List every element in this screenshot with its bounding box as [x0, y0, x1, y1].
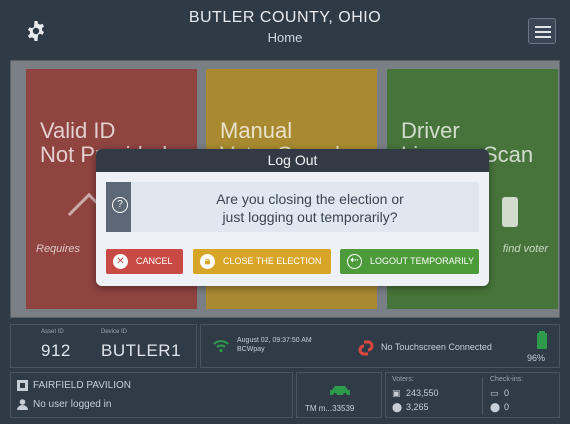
user-icon: [17, 399, 28, 410]
screen-icon: ▭: [490, 388, 499, 398]
touchscreen-status: No Touchscreen Connected: [381, 342, 492, 352]
logout-temporarily-label: LOGOUT TEMPORARILY: [370, 256, 475, 266]
page-title: Home: [267, 30, 303, 45]
logout-temporarily-button[interactable]: ⇠ LOGOUT TEMPORARILY: [340, 249, 479, 274]
tile-footer: find voter: [502, 243, 548, 255]
location-pin-icon: ⬤: [392, 402, 403, 412]
cancel-label: CANCEL: [136, 256, 173, 266]
asset-id-caption: Asset ID: [41, 329, 64, 335]
car-icon: [330, 386, 350, 397]
location-pin-icon: ⬤: [490, 402, 501, 412]
close-election-button[interactable]: 🔒︎ CLOSE THE ELECTION: [193, 249, 331, 274]
building-icon: [17, 380, 28, 391]
wifi-icon: [213, 340, 229, 353]
location-panel: FAIRFIELD PAVILION No user logged in: [10, 372, 293, 418]
tm-text: TM m...33539: [305, 404, 355, 413]
user-status: No user logged in: [33, 399, 112, 410]
county-title: BUTLER COUNTY, OHIO: [188, 9, 382, 26]
broken-link-icon: [358, 340, 374, 356]
checkins-a: 0: [504, 388, 510, 398]
tile-footer: Requires: [36, 243, 81, 255]
status-row-bottom: FAIRFIELD PAVILION No user logged in TM …: [10, 372, 560, 418]
stats-panel: Voters: ▣ 243,550 ⬤ 3,265 Check-ins: ▭ 0…: [385, 372, 560, 418]
checkins-b: 0: [504, 402, 510, 412]
location-name: FAIRFIELD PAVILION: [33, 380, 131, 391]
voters-count: 3,265: [406, 402, 429, 412]
question-icon: ?: [112, 197, 128, 213]
datetime-text: August 02, 09:37:50 AM BCWpay: [237, 337, 312, 353]
voters-registered: 243,550: [406, 388, 439, 398]
cancel-button[interactable]: ✕ CANCEL: [106, 249, 183, 274]
hamburger-icon[interactable]: [528, 18, 556, 44]
close-icon: ✕: [113, 254, 128, 269]
battery-percent: 96%: [527, 353, 546, 363]
dialog-title: Log Out: [96, 149, 489, 172]
tm-panel: TM m...33539: [296, 372, 382, 418]
checkins-caption: Check-ins:: [490, 376, 524, 383]
battery-icon: [537, 331, 547, 349]
building-icon: ▣: [392, 388, 401, 398]
connection-panel: August 02, 09:37:50 AM BCWpay No Touchsc…: [200, 324, 560, 368]
lock-icon: 🔒︎: [200, 254, 215, 269]
voters-caption: Voters:: [392, 376, 414, 383]
dialog-message-box: ? Are you closing the election or just l…: [106, 182, 479, 232]
scanner-icon: [502, 197, 518, 227]
sign-out-icon: ⇠: [347, 254, 362, 269]
asset-id: 912: [41, 341, 71, 360]
dialog-message: Are you closing the election or just log…: [216, 191, 404, 225]
device-id: BUTLER1: [101, 341, 182, 360]
divider: [482, 377, 483, 415]
device-id-caption: Device ID: [101, 329, 128, 335]
logout-dialog: Log Out ? Are you closing the election o…: [96, 149, 489, 286]
device-ids-panel: Asset ID 912 Device ID BUTLER1: [10, 324, 197, 368]
status-row-top: Asset ID 912 Device ID BUTLER1 August 02…: [10, 324, 560, 368]
close-election-label: CLOSE THE ELECTION: [223, 256, 322, 266]
app-header: BUTLER COUNTY, OHIO Home: [0, 0, 570, 60]
